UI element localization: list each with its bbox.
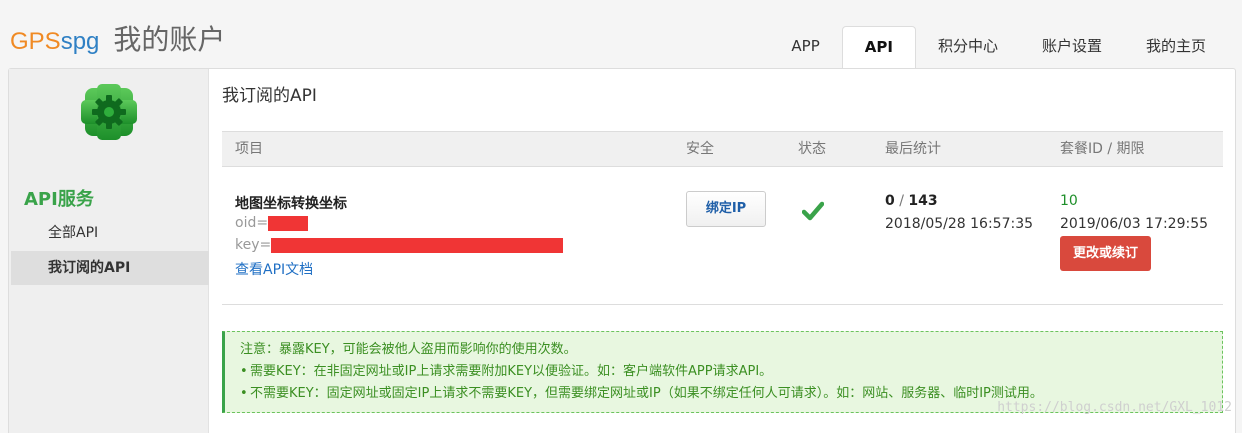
watermark-text: https://blog.csdn.net/GXL_1012	[997, 400, 1232, 415]
sidebar-heading: API服务	[24, 189, 94, 210]
gear-icon	[79, 82, 139, 142]
sidebar-item-subscribed-api[interactable]: 我订阅的API	[11, 251, 209, 285]
notice-title: 注意：暴露KEY，可能会被他人盗用而影响你的使用次数。	[240, 342, 577, 357]
oid-label: oid=	[235, 215, 269, 231]
key-redaction	[271, 237, 564, 253]
usage-count: 0 / 143	[885, 193, 938, 209]
view-api-docs-link[interactable]: 查看API文档	[235, 259, 313, 279]
column-header-security: 安全	[686, 141, 714, 157]
usage-used: 0	[885, 193, 895, 209]
logo-spg-text: spg	[60, 28, 100, 55]
renew-button[interactable]: 更改或续订	[1060, 236, 1151, 271]
package-id: 10	[1060, 193, 1078, 209]
tab-app[interactable]: APP	[769, 26, 841, 69]
page-title: 我的账户	[113, 23, 226, 56]
site-logo[interactable]: GPS spg 我的账户	[10, 18, 225, 56]
section-title: 我订阅的API	[222, 86, 317, 106]
key-field: key=	[235, 237, 564, 253]
check-icon	[801, 201, 825, 221]
notice-item: 需要KEY：在非固定网址或IP上请求需要附加KEY以便验证。如：客户端软件APP…	[240, 361, 1222, 383]
last-stat-time: 2018/05/28 16:57:35	[885, 216, 1034, 232]
column-header-status: 状态	[798, 141, 826, 157]
column-header-last-stats: 最后统计	[885, 141, 941, 157]
sidebar-item-all-api[interactable]: 全部API	[11, 216, 209, 250]
usage-total: 143	[908, 193, 938, 209]
content-frame: API服务 全部API 我订阅的API 我订阅的API 项目 安全 状态 最后统…	[8, 68, 1236, 433]
oid-field: oid=	[235, 215, 309, 231]
tab-points-center[interactable]: 积分中心	[916, 26, 1020, 69]
top-tabs: APP API 积分中心 账户设置 我的主页	[769, 26, 1228, 69]
tab-api[interactable]: API	[841, 26, 916, 69]
tab-my-homepage[interactable]: 我的主页	[1124, 26, 1228, 69]
key-label: key=	[235, 237, 272, 253]
oid-redaction	[268, 215, 309, 231]
logo-gps-text: GPS	[10, 28, 61, 55]
notice-list: 需要KEY：在非固定网址或IP上请求需要附加KEY以便验证。如：客户端软件APP…	[240, 361, 1222, 405]
expire-time: 2019/06/03 17:29:55	[1060, 216, 1209, 232]
sidebar: API服务 全部API 我订阅的API	[9, 69, 209, 433]
table-row: 地图坐标转换坐标 oid= key= 查看API文档 绑定IP 0 / 143 …	[222, 167, 1223, 305]
usage-separator: /	[894, 193, 909, 209]
column-header-item: 项目	[235, 141, 263, 157]
main-content: 我订阅的API 项目 安全 状态 最后统计 套餐ID / 期限 地图坐标转换坐标…	[222, 69, 1224, 433]
table-header: 项目 安全 状态 最后统计 套餐ID / 期限	[222, 131, 1223, 167]
api-name: 地图坐标转换坐标	[235, 196, 347, 212]
column-header-package: 套餐ID / 期限	[1060, 141, 1145, 157]
tab-account-settings[interactable]: 账户设置	[1020, 26, 1124, 69]
bind-ip-button[interactable]: 绑定IP	[686, 191, 766, 227]
